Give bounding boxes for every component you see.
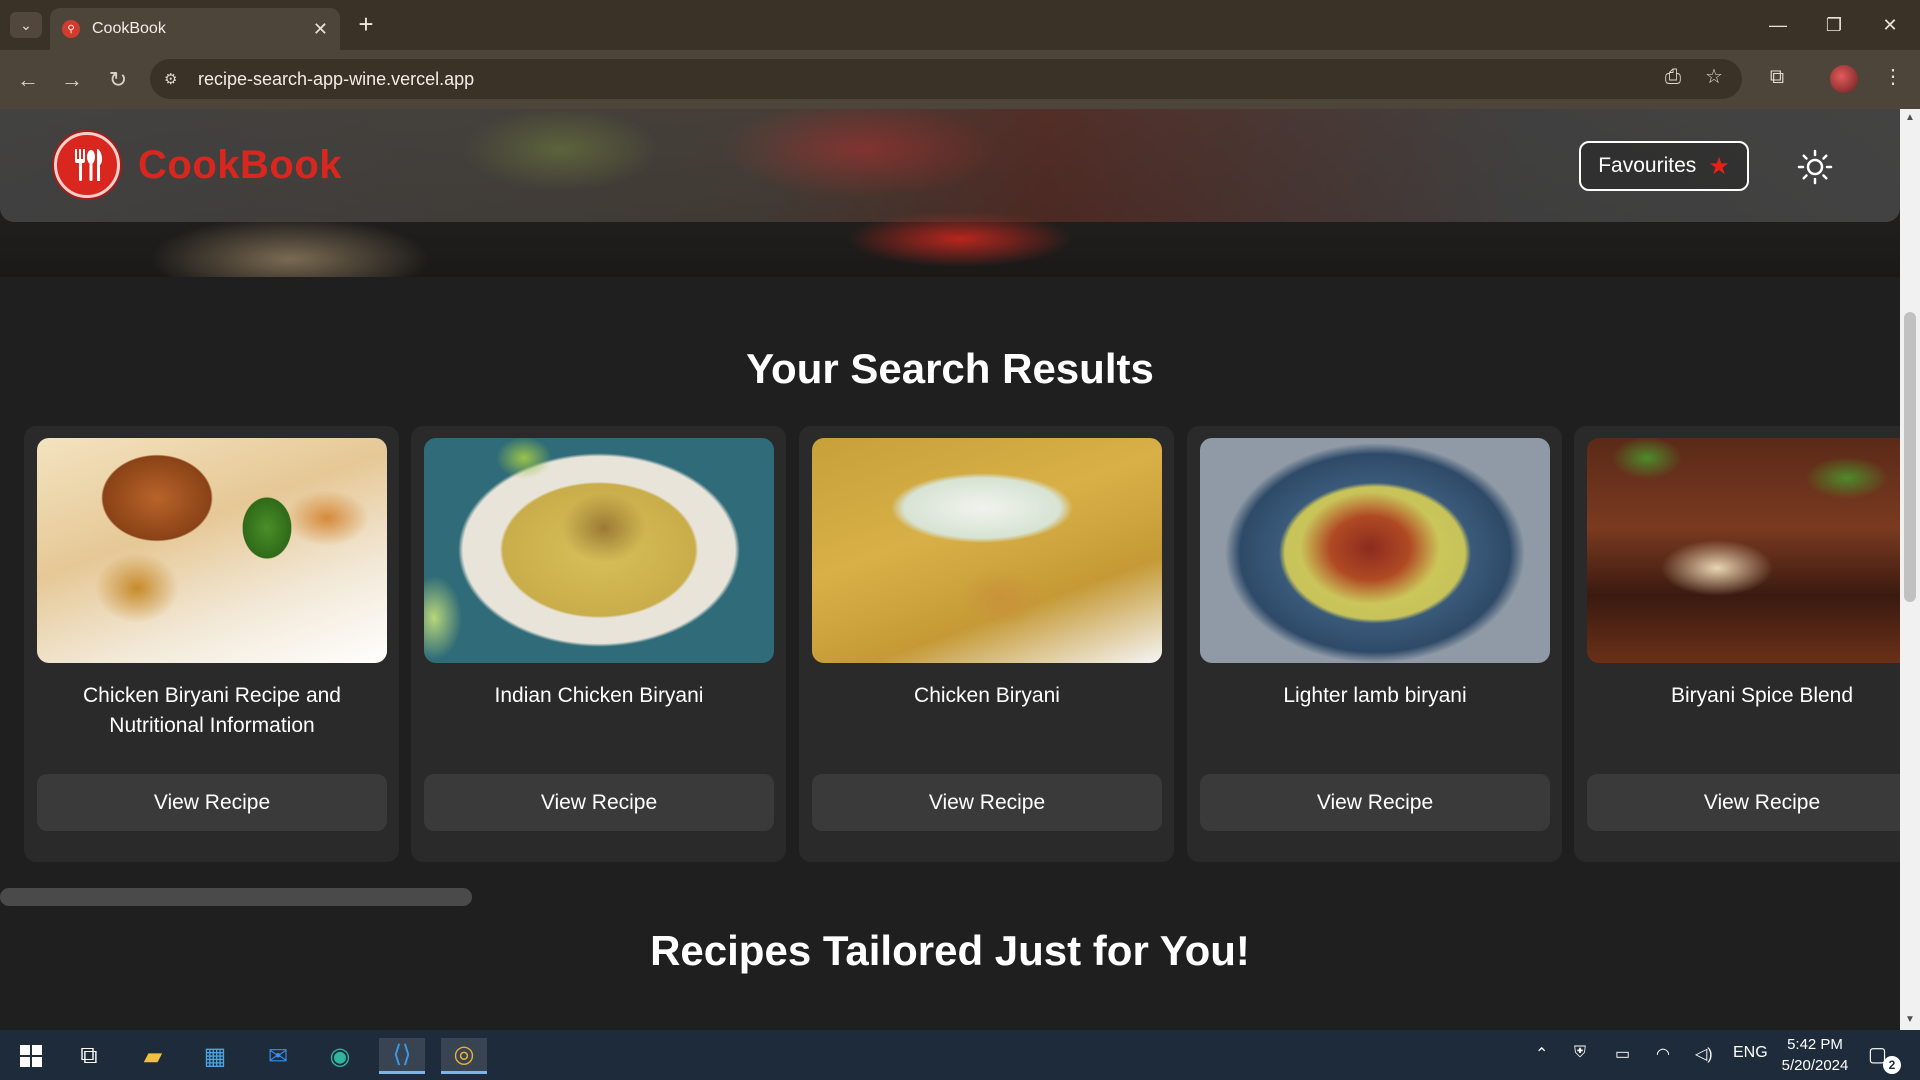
- view-recipe-button[interactable]: View Recipe: [37, 774, 387, 831]
- tab-close-icon[interactable]: ✕: [313, 19, 328, 40]
- page-viewport: CookBook Favourites ★ Your Search Result…: [0, 109, 1900, 1030]
- scroll-down-arrow-icon[interactable]: ▼: [1904, 1014, 1916, 1026]
- browser-tabstrip: ⌄ ⚲ CookBook ✕ + — ❐ ✕: [0, 0, 1920, 50]
- forward-arrow-icon[interactable]: →: [56, 64, 88, 96]
- search-results-carousel[interactable]: Chicken Biryani Recipe and Nutritional I…: [0, 426, 1900, 866]
- edge-browser-icon[interactable]: ◉: [317, 1038, 363, 1074]
- restore-button[interactable]: ❐: [1814, 10, 1854, 40]
- microsoft-store-icon[interactable]: ▦: [192, 1038, 238, 1074]
- notification-count-badge: 2: [1883, 1056, 1901, 1074]
- recipe-image[interactable]: [1587, 438, 1900, 663]
- fork-spoon-knife-icon: [75, 149, 103, 181]
- favourites-button[interactable]: Favourites ★: [1579, 141, 1749, 191]
- view-recipe-button[interactable]: View Recipe: [812, 774, 1162, 831]
- cookbook-logo-icon[interactable]: [54, 132, 120, 198]
- site-info-icon[interactable]: ⚙: [164, 70, 188, 88]
- battery-icon[interactable]: ▭: [1615, 1044, 1630, 1064]
- reload-icon[interactable]: ↻: [102, 64, 134, 96]
- recipe-image[interactable]: [812, 438, 1162, 663]
- vscode-icon[interactable]: ⟨⟩: [379, 1038, 425, 1074]
- windows-start-icon[interactable]: [8, 1038, 54, 1074]
- url-text: recipe-search-app-wine.vercel.app: [198, 68, 475, 89]
- install-app-icon[interactable]: ⎙: [1656, 60, 1690, 94]
- search-results-title: Your Search Results: [746, 345, 1154, 392]
- back-arrow-icon[interactable]: ←: [12, 64, 44, 96]
- new-tab-button[interactable]: +: [352, 10, 380, 38]
- clock[interactable]: 5:42 PM 5/20/2024: [1770, 1034, 1860, 1076]
- view-recipe-button[interactable]: View Recipe: [1587, 774, 1900, 831]
- file-explorer-icon[interactable]: ▰: [130, 1038, 176, 1074]
- browser-menu-icon[interactable]: ⋮: [1876, 60, 1910, 94]
- star-icon: ★: [1708, 152, 1730, 180]
- recipe-image[interactable]: [37, 438, 387, 663]
- brand-name[interactable]: CookBook: [138, 143, 342, 188]
- recipe-name: Chicken Biryani: [914, 684, 1060, 707]
- view-recipe-button[interactable]: View Recipe: [1200, 774, 1550, 831]
- favourites-label: Favourites: [1598, 154, 1697, 177]
- volume-icon[interactable]: ◁): [1695, 1044, 1713, 1064]
- address-bar[interactable]: ⚙ recipe-search-app-wine.vercel.app: [150, 59, 1742, 99]
- task-view-icon[interactable]: ⧉: [66, 1038, 112, 1074]
- close-window-button[interactable]: ✕: [1870, 10, 1910, 40]
- language-indicator[interactable]: ENG: [1733, 1044, 1768, 1062]
- tab-title: CookBook: [92, 20, 166, 37]
- wifi-icon[interactable]: ◠: [1656, 1044, 1670, 1064]
- show-hidden-icons-chevron-icon[interactable]: ⌃: [1535, 1044, 1548, 1064]
- chrome-icon[interactable]: ◎: [441, 1038, 487, 1074]
- mail-icon[interactable]: ✉: [255, 1038, 301, 1074]
- bookmark-star-icon[interactable]: ☆: [1697, 60, 1731, 94]
- windows-taskbar: ⧉ ▰ ▦ ✉ ◉ ⟨⟩ ◎ ⌃ ⛨ ▭ ◠ ◁) ENG 5:42 PM 5/…: [0, 1030, 1920, 1080]
- minimize-button[interactable]: —: [1758, 10, 1798, 40]
- profile-avatar[interactable]: [1830, 65, 1858, 93]
- recipe-name: Lighter lamb biryani: [1283, 684, 1467, 707]
- browser-toolbar: ← → ↻ ⚙ recipe-search-app-wine.vercel.ap…: [0, 50, 1920, 109]
- recipe-card[interactable]: Chicken Biryani Recipe and Nutritional I…: [24, 426, 399, 862]
- tailored-recipes-title: Recipes Tailored Just for You!: [650, 927, 1250, 974]
- scroll-up-arrow-icon[interactable]: ▲: [1904, 112, 1916, 124]
- clock-date: 5/20/2024: [1781, 1057, 1849, 1074]
- security-icon[interactable]: ⛨: [1574, 1044, 1586, 1062]
- recipe-card[interactable]: Biryani Spice Blend View Recipe: [1574, 426, 1900, 862]
- recipe-card[interactable]: Chicken Biryani View Recipe: [799, 426, 1174, 862]
- recipe-name: Chicken Biryani Recipe and Nutritional I…: [83, 684, 341, 737]
- clock-time: 5:42 PM: [1787, 1036, 1843, 1053]
- view-recipe-button[interactable]: View Recipe: [424, 774, 774, 831]
- recipe-image[interactable]: [1200, 438, 1550, 663]
- cookbook-favicon-icon: ⚲: [62, 20, 80, 38]
- recipe-card[interactable]: Indian Chicken Biryani View Recipe: [411, 426, 786, 862]
- site-header: CookBook Favourites ★: [0, 109, 1900, 222]
- browser-tab[interactable]: ⚲ CookBook ✕: [50, 8, 340, 50]
- theme-toggle-sun-icon[interactable]: [1795, 147, 1835, 187]
- carousel-scrollbar[interactable]: [0, 888, 472, 906]
- recipe-name: Biryani Spice Blend: [1670, 684, 1854, 707]
- recipe-image[interactable]: [424, 438, 774, 663]
- extensions-icon[interactable]: ⧉: [1760, 60, 1794, 94]
- recipe-card[interactable]: Lighter lamb biryani View Recipe: [1187, 426, 1562, 862]
- page-scrollbar-thumb[interactable]: [1904, 312, 1916, 602]
- recipe-name: Indian Chicken Biryani: [494, 684, 704, 707]
- tab-search-chevron-icon[interactable]: ⌄: [10, 12, 42, 38]
